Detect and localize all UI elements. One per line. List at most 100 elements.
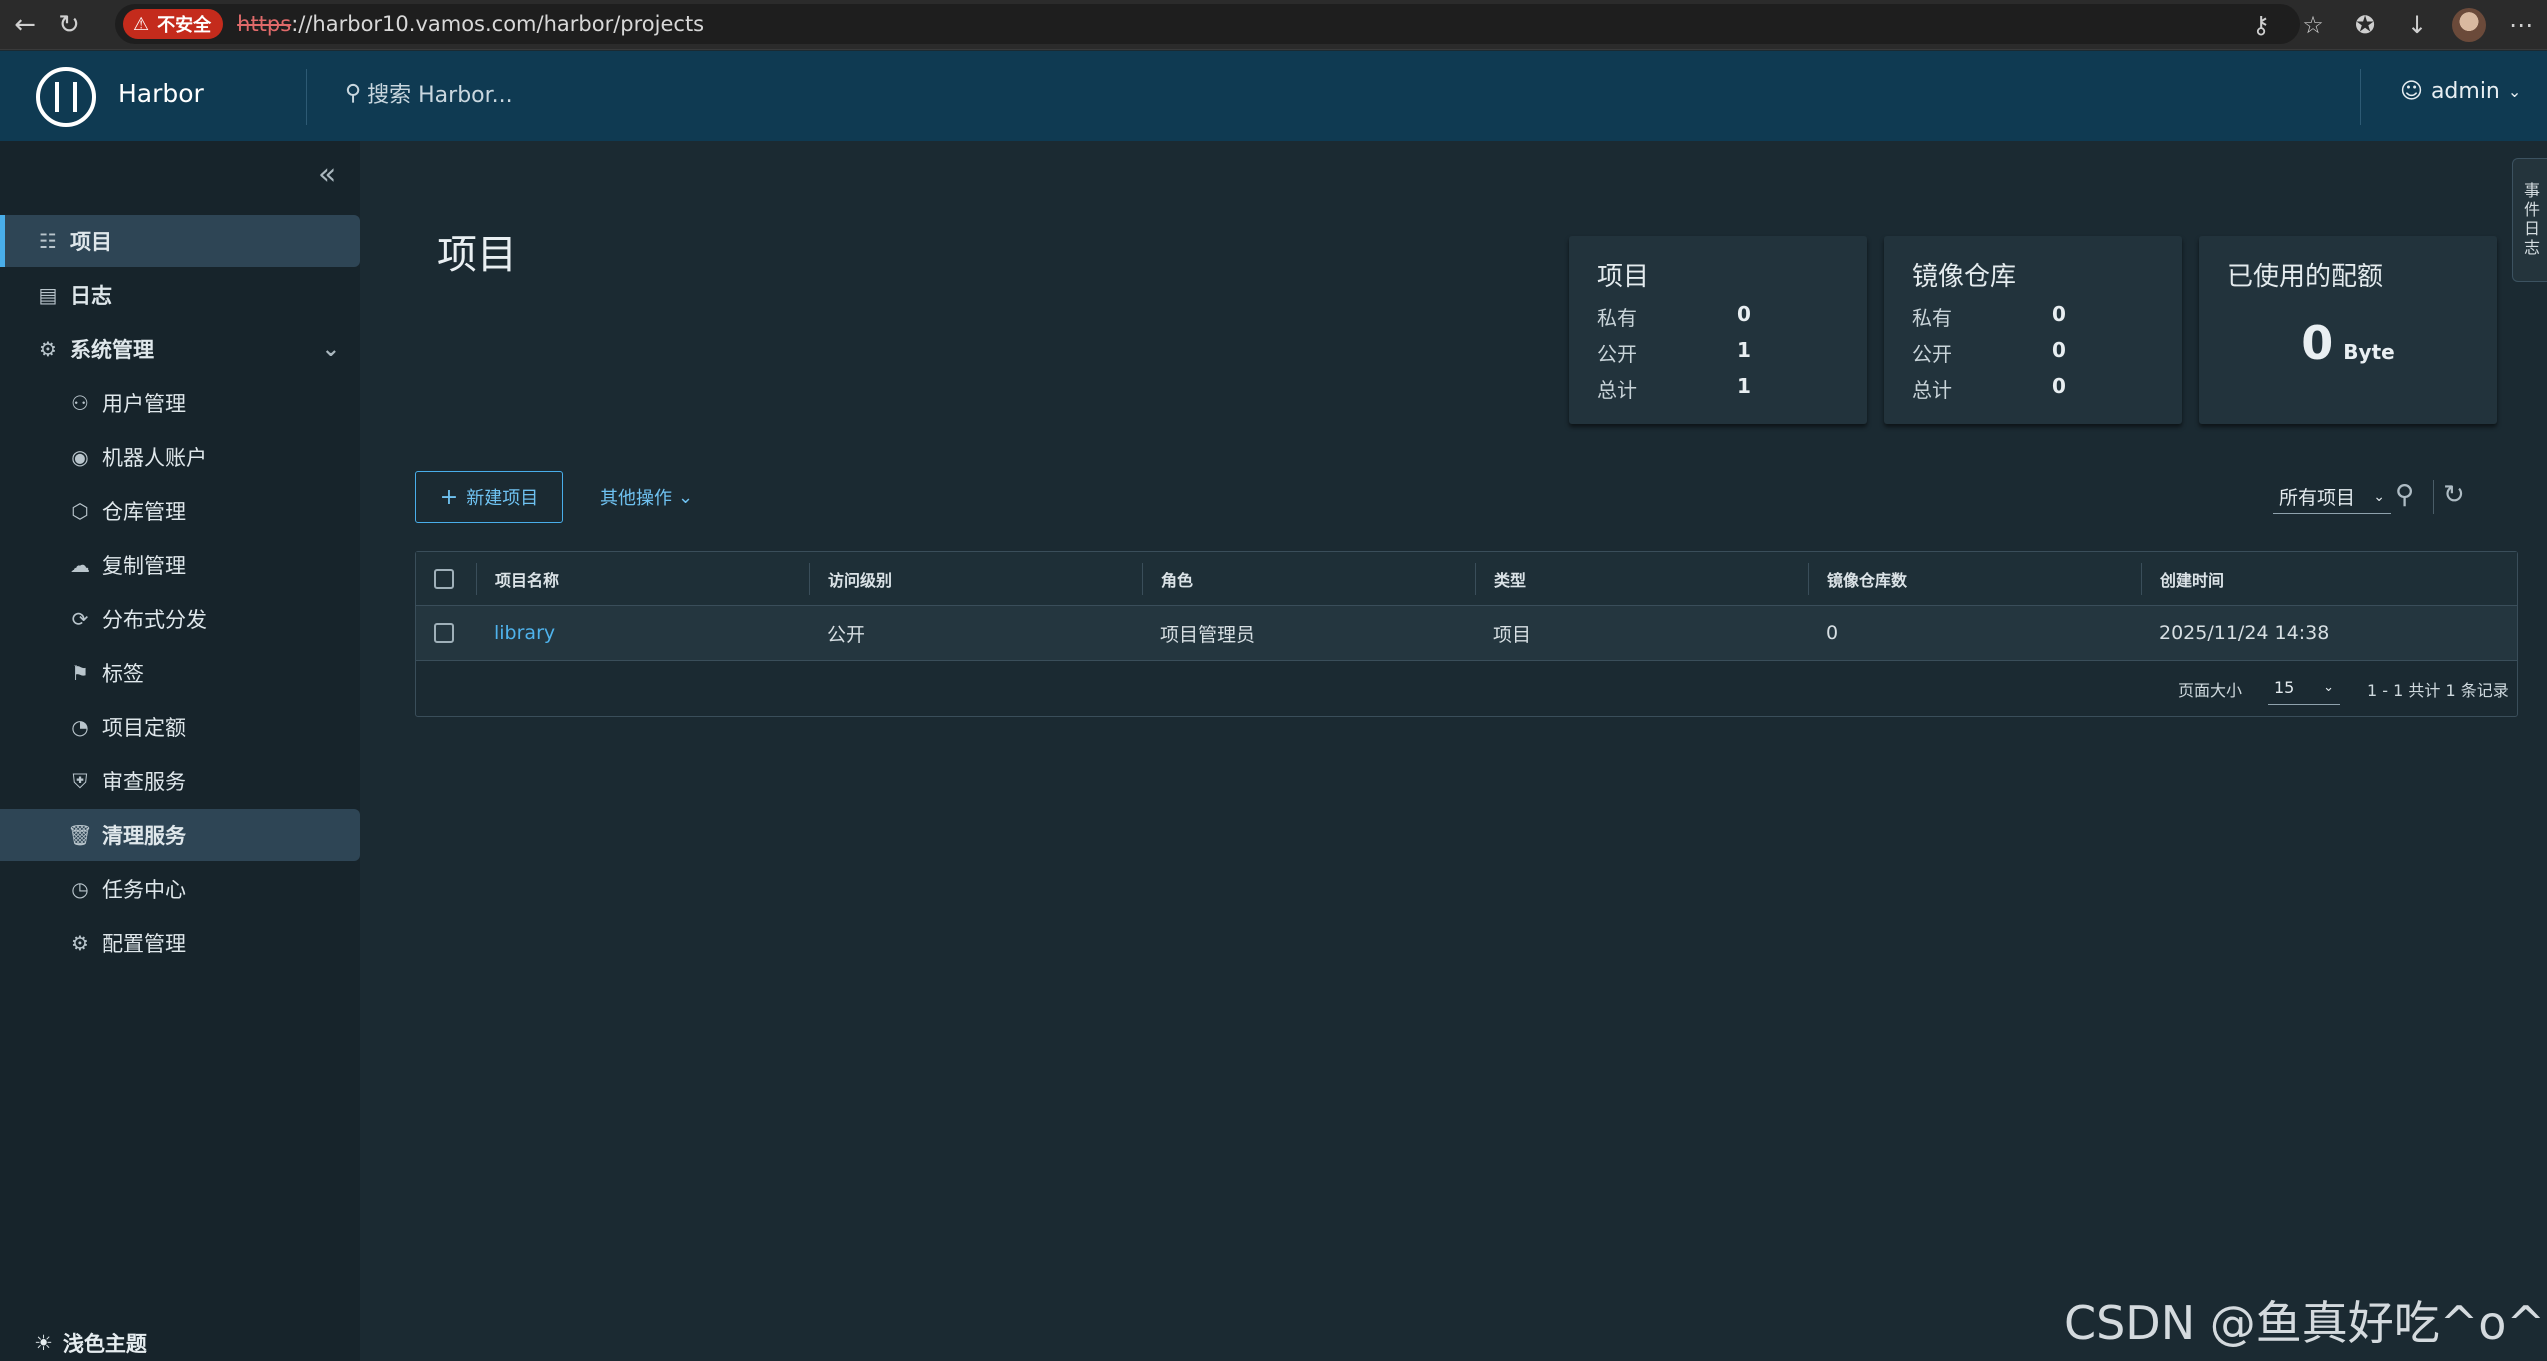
- sidebar-item-job-service[interactable]: ◷ 任务中心: [0, 863, 360, 915]
- collapse-sidebar-icon[interactable]: «: [318, 157, 336, 192]
- url-rest: ://harbor10.vamos.com/harbor/projects: [291, 12, 705, 36]
- user-menu[interactable]: ☺ admin ⌄: [2400, 79, 2521, 104]
- sidebar-item-users[interactable]: ⚇ 用户管理: [0, 377, 360, 429]
- cell-creation-time: 2025/11/24 14:38: [2159, 622, 2330, 644]
- replication-icon: ☁: [70, 553, 90, 577]
- projects-table: 项目名称 访问级别 角色 类型 镜像仓库数 创建时间 library 公开 项目…: [415, 551, 2518, 717]
- robot-icon: ◉: [71, 445, 89, 469]
- sidebar-item-logs[interactable]: ▤ 日志: [0, 269, 360, 321]
- sidebar-item-label: 标签: [102, 662, 144, 686]
- sidebar-item-label: 仓库管理: [102, 500, 186, 524]
- select-all-cell: [416, 552, 476, 605]
- tag-icon: ⚑: [71, 661, 89, 685]
- column-header-access-level[interactable]: 访问级别: [809, 563, 1142, 595]
- global-search[interactable]: ⚲ 搜索 Harbor...: [345, 77, 513, 109]
- card-row-private: 私有 0: [1597, 302, 1751, 330]
- more-actions-button[interactable]: 其他操作 ⌄: [600, 484, 693, 510]
- refresh-icon[interactable]: ↻: [2443, 480, 2465, 510]
- cell-type: 项目: [1493, 623, 1532, 646]
- profile-avatar[interactable]: [2443, 0, 2495, 50]
- search-input[interactable]: 搜索 Harbor...: [367, 77, 513, 109]
- sidebar-item-distribution[interactable]: ⟳ 分布式分发: [0, 593, 360, 645]
- quota-summary-card: 已使用的配额 0 Byte: [2199, 236, 2497, 424]
- header-divider: [306, 69, 307, 125]
- theme-toggle[interactable]: ☀ 浅色主题: [34, 1325, 147, 1361]
- card-row-public: 公开 1: [1597, 338, 1751, 366]
- column-header-creation-time[interactable]: 创建时间: [2141, 563, 2517, 595]
- page-size-value: 15: [2274, 678, 2295, 697]
- header-divider: [2360, 69, 2361, 125]
- sidebar-item-label: 项目定额: [102, 716, 186, 740]
- back-icon[interactable]: ←: [0, 0, 50, 50]
- column-header-type[interactable]: 类型: [1475, 563, 1808, 595]
- project-filter-select[interactable]: 所有项目 ⌄: [2273, 480, 2391, 514]
- chevron-down-icon: ⌄: [678, 486, 694, 508]
- address-bar[interactable]: ⚠ 不安全 https://harbor10.vamos.com/harbor/…: [115, 4, 2300, 44]
- sidebar-item-label: 配置管理: [102, 932, 186, 956]
- new-project-button[interactable]: + 新建项目: [415, 471, 563, 523]
- filter-value: 所有项目: [2279, 487, 2356, 509]
- sidebar-item-robot-accounts[interactable]: ◉ 机器人账户: [0, 431, 360, 483]
- shield-icon: ⛨: [72, 769, 88, 793]
- sidebar-item-label: 分布式分发: [102, 608, 207, 632]
- column-header-name[interactable]: 项目名称: [476, 563, 809, 595]
- user-name: admin: [2430, 79, 2500, 104]
- sidebar-item-registries[interactable]: ⬡ 仓库管理: [0, 485, 360, 537]
- extensions-icon[interactable]: ✪: [2339, 0, 2391, 50]
- sidebar-item-replications[interactable]: ☁ 复制管理: [0, 539, 360, 591]
- card-row-private: 私有 0: [1912, 302, 2066, 330]
- cell-role: 项目管理员: [1160, 623, 1256, 646]
- menu-icon[interactable]: ⋯: [2495, 0, 2547, 50]
- sun-icon: ☀: [34, 1331, 53, 1355]
- theme-toggle-label: 浅色主题: [62, 1332, 147, 1356]
- sidebar-item-projects[interactable]: ☷ 项目: [0, 215, 360, 267]
- quota-value: 0 Byte: [2199, 316, 2497, 370]
- url-scheme: https: [237, 12, 292, 36]
- sidebar-item-administration[interactable]: ⚙ 系统管理 ⌄: [0, 323, 360, 375]
- user-icon: ☺: [2400, 79, 2423, 104]
- harbor-logo-icon[interactable]: [36, 67, 96, 127]
- watermark: CSDN @鱼真好吃^o^: [2063, 1296, 2545, 1350]
- projects-icon: ☷: [39, 229, 57, 253]
- project-link[interactable]: library: [494, 622, 555, 644]
- brand-name[interactable]: Harbor: [118, 79, 204, 108]
- url-text: https://harbor10.vamos.com/harbor/projec…: [237, 12, 704, 36]
- page-size-label: 页面大小: [2178, 680, 2243, 700]
- page-title: 项目: [437, 232, 517, 278]
- card-title: 项目: [1597, 262, 1650, 292]
- sidebar-item-project-quotas[interactable]: ◔ 项目定额: [0, 701, 360, 753]
- plus-icon: +: [439, 484, 459, 510]
- row-checkbox[interactable]: [434, 623, 454, 643]
- page-size-select[interactable]: 15 ⌄: [2268, 671, 2340, 705]
- security-badge[interactable]: ⚠ 不安全: [123, 9, 224, 39]
- sidebar-item-configuration[interactable]: ⚙ 配置管理: [0, 917, 360, 969]
- event-log-tab[interactable]: 事件日志: [2512, 158, 2547, 282]
- sidebar: « ☷ 项目 ▤ 日志 ⚙ 系统管理 ⌄ ⚇ 用户管理 ◉ 机器人账户 ⬡ 仓库…: [0, 141, 360, 1361]
- browser-toolbar: ← ↻ ⚠ 不安全 https://harbor10.vamos.com/har…: [0, 0, 2547, 50]
- table-row[interactable]: library 公开 项目管理员 项目 0 2025/11/24 14:38: [416, 606, 2517, 661]
- star-icon[interactable]: ☆: [2287, 0, 2339, 50]
- column-header-repo-count[interactable]: 镜像仓库数: [1808, 563, 2141, 595]
- select-all-checkbox[interactable]: [434, 568, 454, 589]
- app-header: Harbor ⚲ 搜索 Harbor... ☺ admin ⌄: [0, 51, 2547, 141]
- log-icon: ▤: [38, 283, 58, 307]
- sidebar-item-label: 清理服务: [102, 824, 186, 848]
- sidebar-item-clean-up[interactable]: 🗑 清理服务: [0, 809, 360, 861]
- download-icon[interactable]: ↓: [2391, 0, 2443, 50]
- card-row-public: 公开 0: [1912, 338, 2066, 366]
- search-icon[interactable]: ⚲: [2395, 480, 2414, 510]
- sidebar-item-interrogation[interactable]: ⛨ 审查服务: [0, 755, 360, 807]
- key-icon[interactable]: ⚷: [2235, 0, 2287, 50]
- share-icon: ⟳: [71, 607, 89, 631]
- chevron-down-icon: ⌄: [2323, 680, 2334, 695]
- sidebar-item-label: 日志: [70, 284, 112, 308]
- column-header-role[interactable]: 角色: [1142, 563, 1475, 595]
- quota-number: 0: [2301, 316, 2334, 370]
- chevron-down-icon: ⌄: [321, 336, 340, 362]
- quota-unit: Byte: [2343, 340, 2395, 364]
- sidebar-item-label: 任务中心: [102, 878, 186, 902]
- reload-icon[interactable]: ↻: [44, 0, 94, 50]
- users-icon: ⚇: [71, 391, 89, 415]
- sidebar-item-label: 系统管理: [70, 338, 154, 362]
- sidebar-item-labels[interactable]: ⚑ 标签: [0, 647, 360, 699]
